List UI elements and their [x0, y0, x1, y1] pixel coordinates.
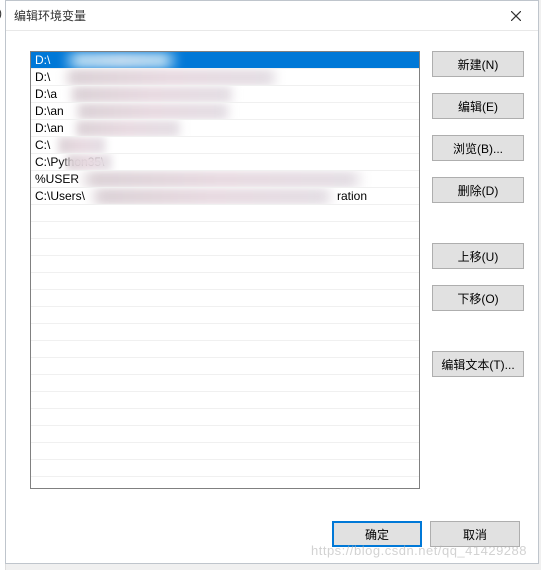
list-item-empty[interactable]: [31, 460, 419, 477]
list-item-empty[interactable]: [31, 239, 419, 256]
list-item[interactable]: D:\a: [31, 86, 419, 103]
redaction-blur: [61, 52, 181, 69]
list-item[interactable]: C:\: [31, 137, 419, 154]
list-item-text: D:\: [35, 70, 50, 84]
dialog-footer: 确定 取消: [6, 505, 538, 563]
browse-button[interactable]: 浏览(B)...: [432, 135, 524, 161]
move-down-button[interactable]: 下移(O): [432, 285, 524, 311]
list-item-empty[interactable]: [31, 222, 419, 239]
list-item-empty[interactable]: [31, 409, 419, 426]
list-item-text: D:\an: [35, 121, 64, 135]
redaction-blur: [57, 137, 107, 154]
redaction-blur: [87, 188, 337, 205]
new-button[interactable]: 新建(N): [432, 51, 524, 77]
move-up-button[interactable]: 上移(U): [432, 243, 524, 269]
list-item-text: C:\Users\: [35, 189, 85, 203]
redaction-blur: [73, 120, 183, 137]
ok-button[interactable]: 确定: [332, 521, 422, 547]
redaction-blur: [73, 103, 233, 120]
list-item-empty[interactable]: [31, 273, 419, 290]
list-item-empty[interactable]: [31, 341, 419, 358]
side-button-panel: 新建(N) 编辑(E) 浏览(B)... 删除(D) 上移(U) 下移(O) 编…: [432, 51, 524, 505]
titlebar: 编辑环境变量: [6, 1, 538, 31]
path-listbox[interactable]: D:\ D:\ D:\a D:\an D:\an C:\ C:\Python35\%USER…: [30, 51, 420, 489]
list-item-empty[interactable]: [31, 324, 419, 341]
list-item-empty[interactable]: [31, 205, 419, 222]
close-icon: [511, 11, 521, 21]
list-item-empty[interactable]: [31, 290, 419, 307]
edit-text-button[interactable]: 编辑文本(T)...: [432, 351, 524, 377]
fragment-text: )): [0, 6, 2, 20]
list-item[interactable]: C:\Users\ ration: [31, 188, 419, 205]
list-item-text: C:\: [35, 138, 50, 152]
list-item[interactable]: D:\an: [31, 120, 419, 137]
list-item[interactable]: C:\Python35\: [31, 154, 419, 171]
list-item-empty[interactable]: [31, 375, 419, 392]
list-item[interactable]: D:\: [31, 52, 419, 69]
list-item-text: %USER: [35, 172, 79, 186]
redaction-blur: [65, 154, 113, 171]
redaction-blur: [67, 86, 237, 103]
list-item[interactable]: %USER: [31, 171, 419, 188]
cancel-button[interactable]: 取消: [430, 521, 520, 547]
list-item-empty[interactable]: [31, 426, 419, 443]
list-item-empty[interactable]: [31, 443, 419, 460]
redaction-blur: [61, 69, 281, 86]
list-item-text: D:\an: [35, 104, 64, 118]
list-item[interactable]: D:\an: [31, 103, 419, 120]
delete-button[interactable]: 删除(D): [432, 177, 524, 203]
dialog-title: 编辑环境变量: [14, 7, 86, 24]
list-item-empty[interactable]: [31, 256, 419, 273]
list-item-empty[interactable]: [31, 358, 419, 375]
close-button[interactable]: [494, 1, 538, 31]
list-item-suffix: ration: [337, 188, 367, 205]
list-item-empty[interactable]: [31, 307, 419, 324]
redaction-blur: [77, 171, 367, 188]
list-item-text: D:\: [35, 53, 50, 67]
dialog-content: D:\ D:\ D:\a D:\an D:\an C:\ C:\Python35\%USER…: [6, 31, 538, 505]
edit-env-var-dialog: 编辑环境变量 D:\ D:\ D:\a D:\an D:\an C:\ C:\Python3…: [5, 0, 539, 564]
list-item-text: D:\a: [35, 87, 57, 101]
edit-button[interactable]: 编辑(E): [432, 93, 524, 119]
list-item-empty[interactable]: [31, 392, 419, 409]
list-item[interactable]: D:\: [31, 69, 419, 86]
